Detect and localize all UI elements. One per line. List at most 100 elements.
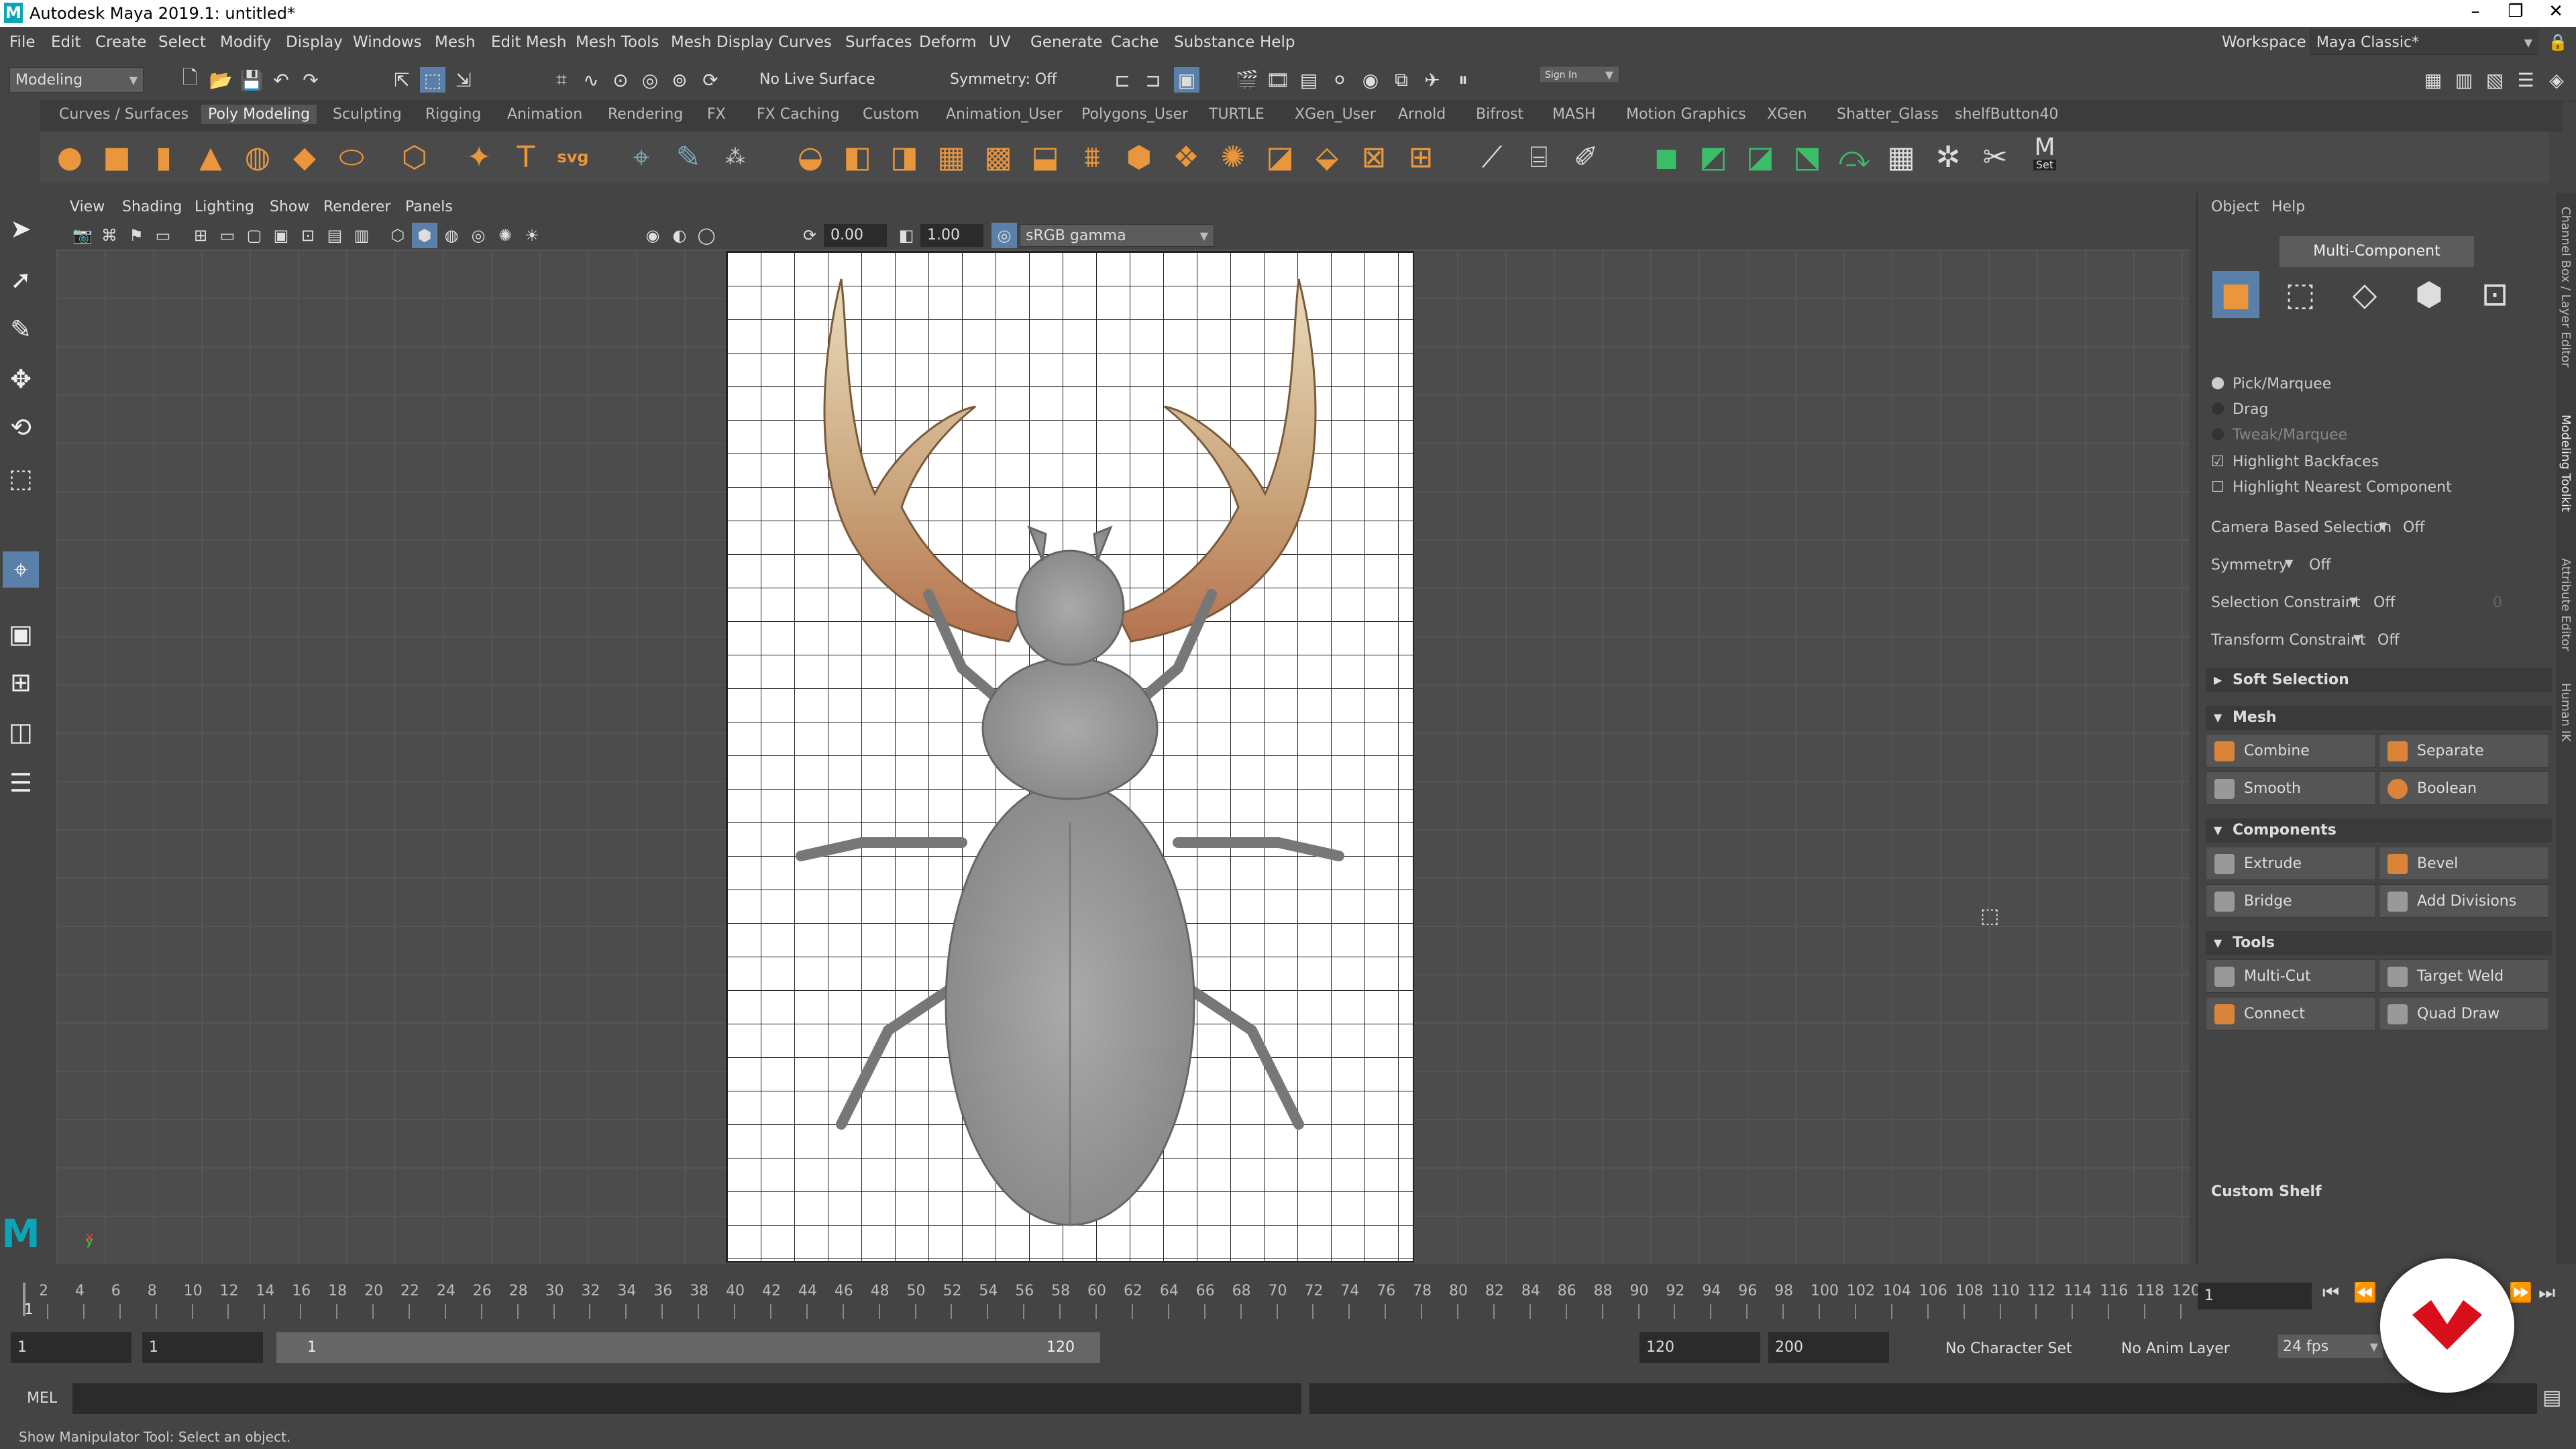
combine-button[interactable]: Combine: [2206, 734, 2376, 767]
ipr-render-icon[interactable]: 🎞: [1265, 67, 1291, 93]
two-pane-layout-icon[interactable]: ◫: [4, 715, 38, 749]
film-gate-icon[interactable]: ▭: [215, 223, 240, 248]
merge-icon[interactable]: ⬙: [1308, 138, 1346, 176]
uv-cut-icon[interactable]: ✲: [1929, 138, 1967, 176]
menu-mesh-tools[interactable]: Mesh Tools: [576, 34, 659, 51]
selection-constraint-label[interactable]: Selection Constraint: [2211, 594, 2360, 611]
arnold-ipr-icon[interactable]: ⧉: [1389, 67, 1414, 93]
mesh-section[interactable]: Mesh: [2206, 706, 2552, 730]
input-ops-icon[interactable]: ⊏: [1110, 67, 1135, 93]
render-settings-icon[interactable]: ▤: [1296, 67, 1322, 93]
gamma-icon[interactable]: ◧: [894, 223, 919, 248]
uv-layout-icon[interactable]: ▦: [1882, 138, 1920, 176]
shelf-tab-mash[interactable]: MASH: [1552, 106, 1596, 123]
lights-icon[interactable]: ✺: [492, 223, 518, 248]
render-current-icon[interactable]: 🎬: [1234, 67, 1260, 93]
viewport-menu-renderer[interactable]: Renderer: [323, 199, 390, 215]
shelf-tab-polygons-user[interactable]: Polygons_User: [1081, 106, 1188, 123]
symmetry-arrow-icon[interactable]: ▼: [2285, 557, 2293, 570]
step-back-icon[interactable]: ⏪: [2353, 1281, 2377, 1303]
xray-icon[interactable]: ◐: [667, 223, 692, 248]
select-by-object-icon[interactable]: ⬚: [420, 67, 445, 93]
shelf-tab-poly-modeling[interactable]: Poly Modeling: [201, 105, 317, 124]
menu-select[interactable]: Select: [158, 34, 206, 51]
highlight-nearest-checkbox[interactable]: ☐: [2211, 479, 2224, 496]
smooth-button[interactable]: Smooth: [2206, 771, 2376, 805]
close-icon[interactable]: ✕: [2536, 1, 2576, 21]
outliner-layout-icon[interactable]: ☰: [4, 766, 38, 800]
single-perspective-view-icon[interactable]: ▣: [4, 617, 38, 651]
poly-torus-icon[interactable]: ◍: [239, 138, 276, 176]
uv-spherical-icon[interactable]: ◪: [1741, 138, 1779, 176]
lasso-tool-icon[interactable]: ➚: [4, 263, 38, 297]
layer-editor-icon[interactable]: ◈: [2544, 67, 2569, 93]
separate-shelf-icon[interactable]: ◧: [839, 138, 876, 176]
super-shape-icon[interactable]: ✦: [460, 138, 498, 176]
type-icon[interactable]: T: [507, 138, 545, 176]
camera-icon[interactable]: 📷: [70, 223, 95, 248]
menu-windows[interactable]: Windows: [353, 34, 422, 51]
edge-mode-icon[interactable]: ◇: [2341, 271, 2388, 318]
bridge-button[interactable]: Bridge: [2206, 884, 2376, 918]
uv-unfold-icon[interactable]: ⤼: [1835, 138, 1873, 176]
shelf-tab-shatter-glass[interactable]: Shatter_Glass: [1837, 106, 1939, 123]
svg-icon[interactable]: svg: [554, 138, 592, 176]
textured-icon[interactable]: ◎: [466, 223, 491, 248]
lock-icon[interactable]: 🔒: [2545, 30, 2571, 55]
move-tool-icon[interactable]: ✥: [4, 362, 38, 396]
menu-generate[interactable]: Generate: [1030, 34, 1102, 51]
character-set-dropdown[interactable]: No Character Set: [1945, 1340, 2072, 1357]
quad-draw-button[interactable]: Quad Draw: [2379, 997, 2549, 1030]
collapse-icon[interactable]: ⊠: [1355, 138, 1393, 176]
shelf-tab-arnold[interactable]: Arnold: [1398, 106, 1446, 123]
grid-toggle-icon[interactable]: ⊞: [188, 223, 213, 248]
menu-edit[interactable]: Edit: [51, 34, 81, 51]
shelf-tab-rigging[interactable]: Rigging: [425, 106, 481, 123]
shelf-tab-fx[interactable]: FX: [707, 106, 726, 123]
insert-edge-loop-icon[interactable]: ⌸: [1520, 138, 1558, 176]
menu-cache[interactable]: Cache: [1111, 34, 1159, 51]
tool-settings-icon[interactable]: ▧: [2482, 67, 2508, 93]
extrude-button[interactable]: Extrude: [2206, 847, 2376, 880]
selection-constraint-arrow-icon[interactable]: ▼: [2349, 594, 2357, 607]
restore-icon[interactable]: ❐: [2496, 1, 2536, 21]
shelf-tab-shelfbutton40[interactable]: shelfButton40: [1955, 106, 2058, 123]
boolean-shelf-icon[interactable]: ◪: [1261, 138, 1299, 176]
wireframe-on-shaded-icon[interactable]: ◍: [439, 223, 464, 248]
menu-modify[interactable]: Modify: [220, 34, 271, 51]
wireframe-icon[interactable]: ⬡: [385, 223, 411, 248]
render-view-icon[interactable]: ▣: [1174, 67, 1199, 93]
output-ops-icon[interactable]: ⊐: [1140, 67, 1166, 93]
snap-to-view-plane-icon[interactable]: ◎: [637, 67, 663, 93]
menu-surfaces[interactable]: Surfaces: [845, 34, 912, 51]
undo-icon[interactable]: ↶: [268, 67, 294, 93]
resolution-gate-icon[interactable]: ▢: [241, 223, 267, 248]
menu-set-dropdown[interactable]: Modeling: [9, 67, 144, 93]
poly-cylinder-icon[interactable]: ▮: [145, 138, 182, 176]
viewport-menu-shading[interactable]: Shading: [122, 199, 182, 215]
bevel-shelf-icon[interactable]: ⬢: [1120, 138, 1158, 176]
range-slider[interactable]: 1 120: [276, 1332, 1100, 1363]
isolate-select-icon[interactable]: ◉: [640, 223, 665, 248]
menu-substance[interactable]: Substance: [1174, 34, 1254, 51]
hypershade-icon[interactable]: ⚪: [1327, 67, 1352, 93]
multi-cut-button[interactable]: Multi-Cut: [2206, 959, 2376, 993]
viewport-menu-view[interactable]: View: [70, 199, 105, 215]
camera-based-selection-arrow-icon[interactable]: ▼: [2379, 519, 2387, 532]
make-live-icon[interactable]: ⊚: [667, 67, 692, 93]
bookmark-icon[interactable]: ⚑: [123, 223, 149, 248]
side-tab-attribute-editor[interactable]: Attribute Editor: [2559, 558, 2573, 651]
camera-based-selection-label[interactable]: Camera Based Selection: [2211, 519, 2392, 536]
menu-mesh[interactable]: Mesh: [435, 34, 476, 51]
shelf-tab-sculpting[interactable]: Sculpting: [333, 106, 402, 123]
symmetry-label[interactable]: Symmetry: [2211, 557, 2288, 574]
shelf-tab-xgen[interactable]: XGen: [1767, 106, 1807, 123]
uv-cylindrical-icon[interactable]: ◩: [1695, 138, 1732, 176]
boolean-button[interactable]: Boolean: [2379, 771, 2549, 805]
uv-mode-icon[interactable]: ⊡: [2471, 271, 2518, 318]
shelf-tab-curves-surfaces[interactable]: Curves / Surfaces: [59, 106, 189, 123]
combine-shelf-icon[interactable]: ◒: [792, 138, 829, 176]
time-slider[interactable]: 1 2 4 6 8 10 12 14 16 18 20 22 24 26 28 30 32 34 36 38 40 42…: [0, 1269, 2200, 1326]
smooth-shelf-icon[interactable]: ▦: [932, 138, 970, 176]
history-icon[interactable]: ⟳: [698, 67, 723, 93]
